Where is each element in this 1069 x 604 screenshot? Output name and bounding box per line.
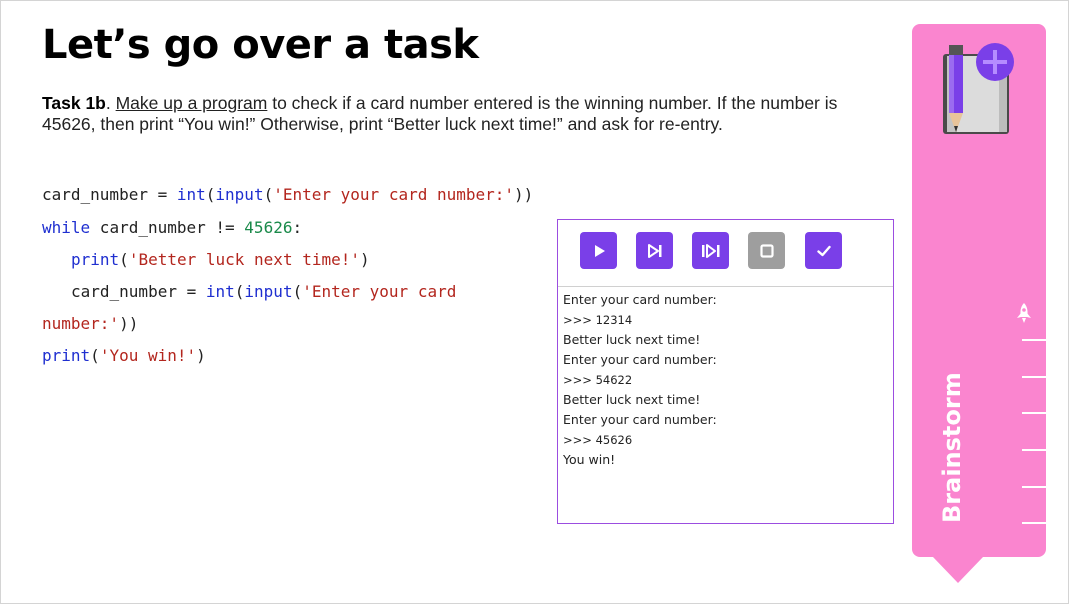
- code-line-3: print('Better luck next time!'): [71, 250, 370, 269]
- step-over-icon: [701, 243, 719, 258]
- console-line: >>> 12314: [563, 313, 633, 327]
- check-button[interactable]: [805, 232, 842, 269]
- task-separator: .: [105, 93, 116, 113]
- run-icon: [594, 244, 605, 257]
- run-button[interactable]: [580, 232, 617, 269]
- console-line: Enter your card number:: [563, 292, 717, 307]
- brainstorm-label: Brainstorm: [938, 372, 966, 523]
- console-line: >>> 45626: [563, 433, 633, 447]
- task-label: Task 1b: [42, 93, 106, 113]
- ruler-tick: [1022, 339, 1046, 341]
- stop-button[interactable]: [748, 232, 785, 269]
- console-line: Better luck next time!: [563, 392, 701, 407]
- code-line-5: number:')): [42, 314, 139, 333]
- ruler-tick: [1022, 449, 1046, 451]
- ruler-tick: [1022, 376, 1046, 378]
- console-line: >>> 54622: [563, 373, 633, 387]
- step-over-button[interactable]: [692, 232, 729, 269]
- step-button[interactable]: [636, 232, 673, 269]
- sidebar-pointer: [933, 557, 983, 583]
- console-output: Enter your card number: >>> 12314 Better…: [563, 290, 717, 470]
- console-line: Enter your card number:: [563, 352, 717, 367]
- code-line-2: while card_number != 45626:: [42, 218, 303, 237]
- code-line-6: print('You win!'): [42, 346, 206, 365]
- code-line-4: card_number = int(input('Enter your card: [71, 282, 457, 301]
- rocket-icon: [1017, 303, 1031, 323]
- ruler-tick: [1022, 486, 1046, 488]
- check-icon: [816, 245, 831, 256]
- slide-frame: [0, 0, 1069, 604]
- step-icon: [647, 243, 661, 258]
- task-link[interactable]: Make up a program: [116, 93, 268, 113]
- ruler-tick: [1022, 522, 1046, 524]
- console-panel: Enter your card number: >>> 12314 Better…: [557, 219, 894, 524]
- page-title: Let’s go over a task: [42, 22, 479, 68]
- notebook-pencil-plus-icon: [943, 43, 1014, 134]
- console-line: Enter your card number:: [563, 412, 717, 427]
- task-description: Task 1b. Make up a program to check if a…: [42, 93, 872, 135]
- ruler-tick: [1022, 412, 1046, 414]
- console-toolbar: [558, 220, 893, 287]
- console-line: Better luck next time!: [563, 332, 701, 347]
- console-line: You win!: [563, 452, 616, 467]
- stop-icon: [759, 243, 774, 258]
- code-line-1: card_number = int(input('Enter your card…: [42, 185, 534, 204]
